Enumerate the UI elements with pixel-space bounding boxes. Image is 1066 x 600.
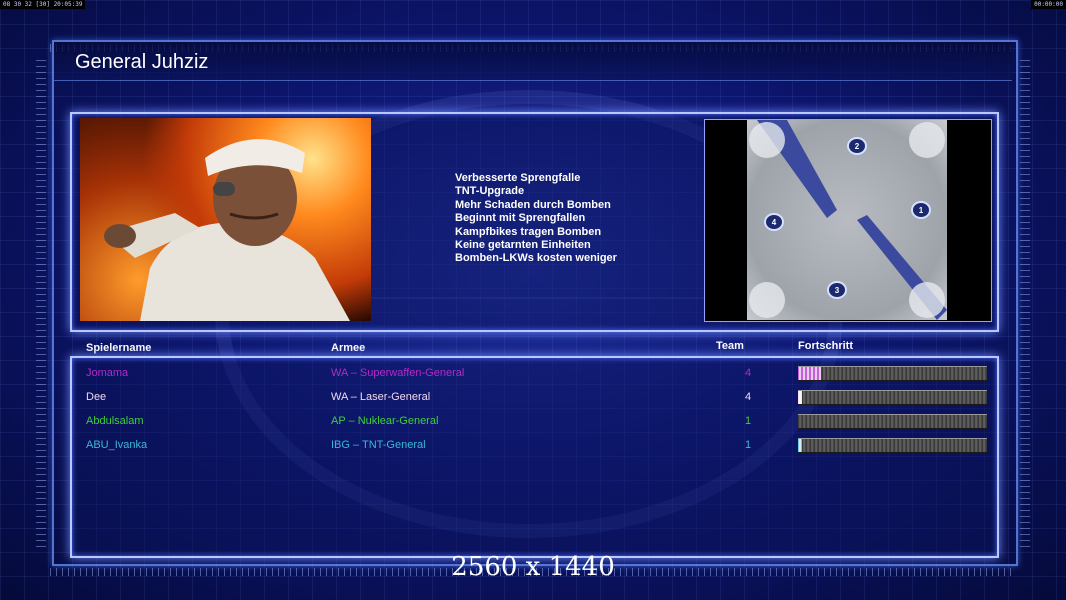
player-army: AP – Nuklear-General bbox=[331, 415, 439, 427]
player-name: Dee bbox=[86, 391, 107, 403]
general-portrait bbox=[80, 118, 371, 321]
player-team: 4 bbox=[745, 391, 752, 403]
ruler-left bbox=[36, 60, 46, 550]
debug-clock-right: 00:00:00 bbox=[1031, 0, 1066, 9]
resolution-label: 2560 x 1440 bbox=[451, 552, 615, 582]
debug-clock-left: 08 30 32 [30] 20:05:39 bbox=[0, 0, 86, 9]
start-marker-3[interactable]: 3 bbox=[827, 281, 847, 299]
general-bonus-list: Verbesserte Sprengfalle TNT-Upgrade Mehr… bbox=[455, 172, 617, 266]
progress-bar bbox=[798, 390, 987, 405]
bonus-item: TNT-Upgrade bbox=[455, 185, 525, 198]
ruler-right bbox=[1020, 60, 1030, 550]
progress-bar bbox=[798, 414, 987, 429]
progress-fill bbox=[798, 367, 821, 380]
start-marker-1[interactable]: 1 bbox=[911, 201, 931, 219]
bonus-item: Bomben-LKWs kosten weniger bbox=[455, 252, 617, 265]
progress-fill bbox=[798, 439, 802, 452]
page-title: General Juhziz bbox=[75, 51, 209, 73]
minimap: 2 4 1 3 bbox=[704, 119, 992, 322]
player-team: 1 bbox=[745, 415, 752, 427]
player-team: 4 bbox=[745, 367, 752, 379]
player-army: WA – Laser-General bbox=[331, 391, 431, 403]
bonus-item: Mehr Schaden durch Bomben bbox=[455, 198, 611, 211]
player-army: IBG – TNT-General bbox=[331, 439, 426, 451]
progress-bar bbox=[798, 366, 987, 381]
bonus-item: Verbesserte Sprengfalle bbox=[455, 172, 581, 184]
column-header-army: Armee bbox=[331, 342, 366, 354]
bonus-item: Kampfbikes tragen Bomben bbox=[455, 225, 602, 238]
start-marker-4[interactable]: 4 bbox=[764, 213, 784, 231]
column-header-team: Team bbox=[716, 340, 744, 352]
bonus-item: Keine getarnten Einheiten bbox=[455, 239, 591, 252]
progress-fill bbox=[798, 391, 802, 404]
player-row: Abdulsalam AP – Nuklear-General 1 bbox=[0, 414, 1066, 435]
player-name: Jomama bbox=[86, 367, 129, 379]
player-team: 1 bbox=[745, 439, 752, 451]
player-name: ABU_Ivanka bbox=[86, 439, 148, 451]
player-army: WA – Superwaffen-General bbox=[331, 367, 465, 379]
player-row: Jomama WA – Superwaffen-General 4 bbox=[0, 366, 1066, 387]
player-name: Abdulsalam bbox=[86, 415, 144, 427]
player-row: Dee WA – Laser-General 4 bbox=[0, 390, 1066, 411]
bonus-item: Beginnt mit Sprengfallen bbox=[455, 212, 586, 225]
column-header-progress: Fortschritt bbox=[798, 340, 853, 352]
start-marker-2[interactable]: 2 bbox=[847, 137, 867, 155]
player-row: ABU_Ivanka IBG – TNT-General 1 bbox=[0, 438, 1066, 459]
general-portrait-icon bbox=[104, 139, 350, 321]
progress-bar bbox=[798, 438, 987, 453]
column-header-name: Spielername bbox=[86, 342, 152, 354]
